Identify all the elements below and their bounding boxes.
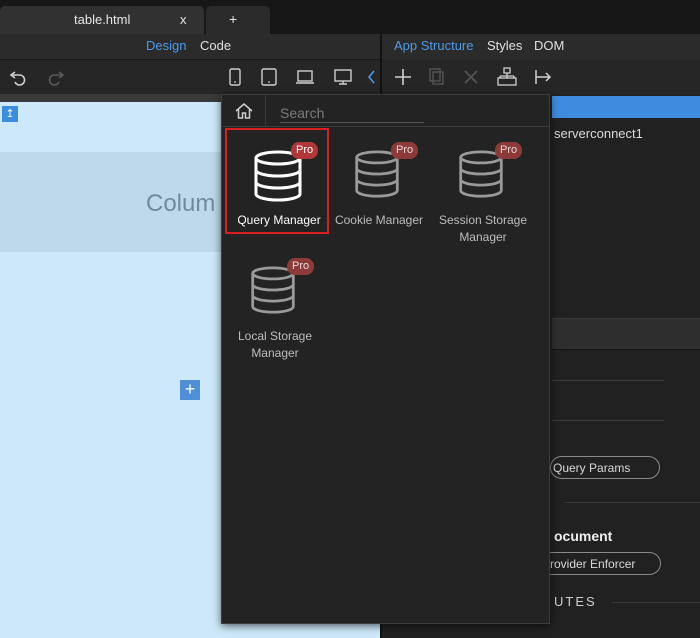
desktop-view-icon[interactable] [332,66,354,88]
code-mode-tab[interactable]: Code [200,38,231,53]
tab-bar: table.html x + [0,0,700,34]
design-mode-tab[interactable]: Design [146,38,186,53]
structure-tabs: App Structure Styles DOM [380,34,700,60]
structure-tree-icon[interactable] [496,66,518,88]
picker-header [222,95,549,127]
search-input[interactable] [280,103,424,123]
divider [612,602,700,603]
new-tab-button[interactable]: + [206,6,270,34]
add-icon[interactable] [392,66,414,88]
redo-icon[interactable] [44,66,66,88]
tab-dom[interactable]: DOM [534,38,564,53]
home-icon [235,103,253,119]
attributes-section-title: UTES [554,594,597,609]
column-placeholder-text: Colum [146,190,216,217]
item-label: Cookie Manager [334,213,424,227]
tab-styles[interactable]: Styles [487,38,522,53]
provider-enforcer-label: rovider Enforcer [550,557,636,571]
document-section-title: ocument [554,528,613,544]
structure-toolbar [380,60,700,94]
divider [564,502,700,503]
item-label: Local Storage Manager [237,329,313,360]
local-storage-manager-item[interactable]: Pro Local Storage Manager [223,246,327,360]
tab-close-button[interactable]: x [180,12,187,27]
tab-label: table.html [74,12,131,27]
query-params-button[interactable]: Query Params [550,456,660,479]
properties-header [552,318,700,350]
copy-icon[interactable] [426,66,448,88]
selected-tree-node[interactable] [552,96,700,118]
session-storage-manager-item[interactable]: Pro Session Storage Manager [431,130,535,244]
pro-badge: Pro [391,142,419,159]
provider-enforcer-button[interactable]: rovider Enforcer [534,552,661,575]
laptop-view-icon[interactable] [294,66,316,88]
home-button[interactable] [222,95,266,127]
plus-icon: + [229,11,238,27]
item-label: Query Manager [237,213,321,227]
component-picker-popup: Pro Query Manager Pro Cookie Manager Pro… [221,94,550,624]
tab-table-html[interactable]: table.html x [0,6,204,34]
pro-badge: Pro [291,142,319,159]
tablet-view-icon[interactable] [258,66,280,88]
editor-mode-bar: Design Code [0,34,380,60]
add-element-button[interactable]: + [180,380,200,400]
select-parent-icon[interactable]: ↥ [2,106,18,122]
pro-badge: Pro [495,142,523,159]
tab-app-structure[interactable]: App Structure [394,38,474,53]
pro-badge: Pro [287,258,315,275]
divider [552,380,664,381]
delete-icon[interactable] [460,66,482,88]
divider [552,420,664,421]
design-toolbar [0,60,380,94]
item-label: Session Storage Manager [438,213,528,244]
cookie-manager-item[interactable]: Pro Cookie Manager [327,130,431,236]
undo-icon[interactable] [8,66,30,88]
query-manager-item[interactable]: Pro Query Manager [225,128,329,234]
mobile-view-icon[interactable] [224,66,246,88]
move-in-icon[interactable] [532,66,554,88]
query-params-label: Query Params [553,461,631,475]
tree-node-serverconnect[interactable]: serverconnect1 [554,126,643,141]
